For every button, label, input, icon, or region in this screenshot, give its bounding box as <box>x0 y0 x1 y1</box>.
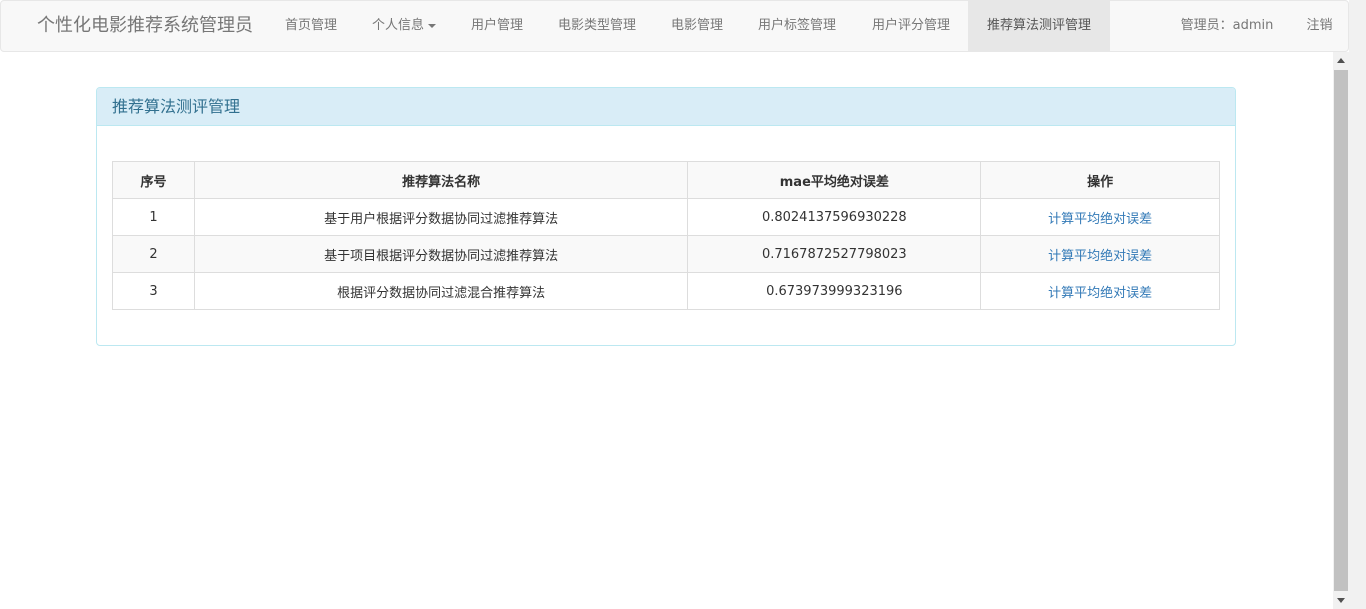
table-row: 1 基于用户根据评分数据协同过滤推荐算法 0.8024137596930228 … <box>112 198 1220 236</box>
cell-algorithm-name: 基于项目根据评分数据协同过滤推荐算法 <box>193 235 689 273</box>
nav-item-user-tags[interactable]: 用户标签管理 <box>740 1 854 51</box>
calculate-mae-link[interactable]: 计算平均绝对误差 <box>1048 286 1152 301</box>
admin-user-label[interactable]: 管理员：admin <box>1163 1 1291 51</box>
cell-algorithm-name: 根据评分数据协同过滤混合推荐算法 <box>193 272 689 310</box>
nav-item-users[interactable]: 用户管理 <box>454 1 540 51</box>
algorithm-table: 序号 推荐算法名称 mae平均绝对误差 操作 1 基于用户根据评分数据协同过滤推… <box>112 161 1220 310</box>
window-scrollbar[interactable] <box>1349 0 1366 609</box>
cell-action: 计算平均绝对误差 <box>980 235 1220 273</box>
table-header-row: 序号 推荐算法名称 mae平均绝对误差 操作 <box>112 161 1220 199</box>
nav-item-label: 推荐算法测评管理 <box>986 18 1091 33</box>
scroll-up-arrow-icon[interactable] <box>1337 58 1345 63</box>
nav-item-label: 用户评分管理 <box>871 18 950 33</box>
nav-item-label: 首页管理 <box>284 18 337 33</box>
cell-no: 1 <box>112 198 195 236</box>
brand-title[interactable]: 个性化电影推荐系统管理员 <box>37 1 253 51</box>
nav-item-user-ratings[interactable]: 用户评分管理 <box>854 1 968 51</box>
admin-user-text: 管理员：admin <box>1180 18 1274 33</box>
panel-title: 推荐算法测评管理 <box>97 88 1235 126</box>
algorithm-evaluation-panel: 推荐算法测评管理 序号 推荐算法名称 mae平均绝对误差 操作 1 基于用户根据… <box>96 87 1236 346</box>
scrollbar-thumb[interactable] <box>1334 70 1348 591</box>
caret-down-icon <box>428 23 436 28</box>
column-header-no: 序号 <box>112 161 195 199</box>
nav-item-label: 电影管理 <box>670 18 723 33</box>
nav-item-label: 电影类型管理 <box>557 18 636 33</box>
cell-algorithm-name: 基于用户根据评分数据协同过滤推荐算法 <box>193 198 689 236</box>
content-scrollbar[interactable] <box>1333 52 1349 609</box>
nav-item-home[interactable]: 首页管理 <box>268 1 354 51</box>
cell-mae: 0.673973999323196 <box>687 272 982 310</box>
logout-label: 注销 <box>1306 18 1333 33</box>
nav-item-movie-types[interactable]: 电影类型管理 <box>540 1 654 51</box>
column-header-algorithm-name: 推荐算法名称 <box>193 161 689 199</box>
cell-action: 计算平均绝对误差 <box>980 198 1220 236</box>
table-row: 2 基于项目根据评分数据协同过滤推荐算法 0.7167872527798023 … <box>112 235 1220 273</box>
top-navbar: 个性化电影推荐系统管理员 首页管理 个人信息 用户管理 电影类型管理 电影管理 … <box>0 0 1349 52</box>
logout-link[interactable]: 注销 <box>1291 1 1348 51</box>
cell-no: 3 <box>112 272 195 310</box>
cell-action: 计算平均绝对误差 <box>980 272 1220 310</box>
cell-no: 2 <box>112 235 195 273</box>
nav-item-profile-dropdown[interactable]: 个人信息 <box>354 1 454 51</box>
table-row: 3 根据评分数据协同过滤混合推荐算法 0.673973999323196 计算平… <box>112 272 1220 310</box>
calculate-mae-link[interactable]: 计算平均绝对误差 <box>1048 249 1152 264</box>
cell-mae: 0.7167872527798023 <box>687 235 982 273</box>
calculate-mae-link[interactable]: 计算平均绝对误差 <box>1048 212 1152 227</box>
nav-item-algorithm-evaluation[interactable]: 推荐算法测评管理 <box>968 1 1110 51</box>
nav-item-label: 用户管理 <box>470 18 523 33</box>
page: 个性化电影推荐系统管理员 首页管理 个人信息 用户管理 电影类型管理 电影管理 … <box>0 0 1366 609</box>
nav-item-movies[interactable]: 电影管理 <box>654 1 740 51</box>
nav-item-label: 用户标签管理 <box>757 18 836 33</box>
nav-item-label: 个人信息 <box>371 18 424 33</box>
scroll-down-arrow-icon[interactable] <box>1337 598 1345 603</box>
column-header-action: 操作 <box>980 161 1220 199</box>
column-header-mae: mae平均绝对误差 <box>687 161 982 199</box>
cell-mae: 0.8024137596930228 <box>687 198 982 236</box>
